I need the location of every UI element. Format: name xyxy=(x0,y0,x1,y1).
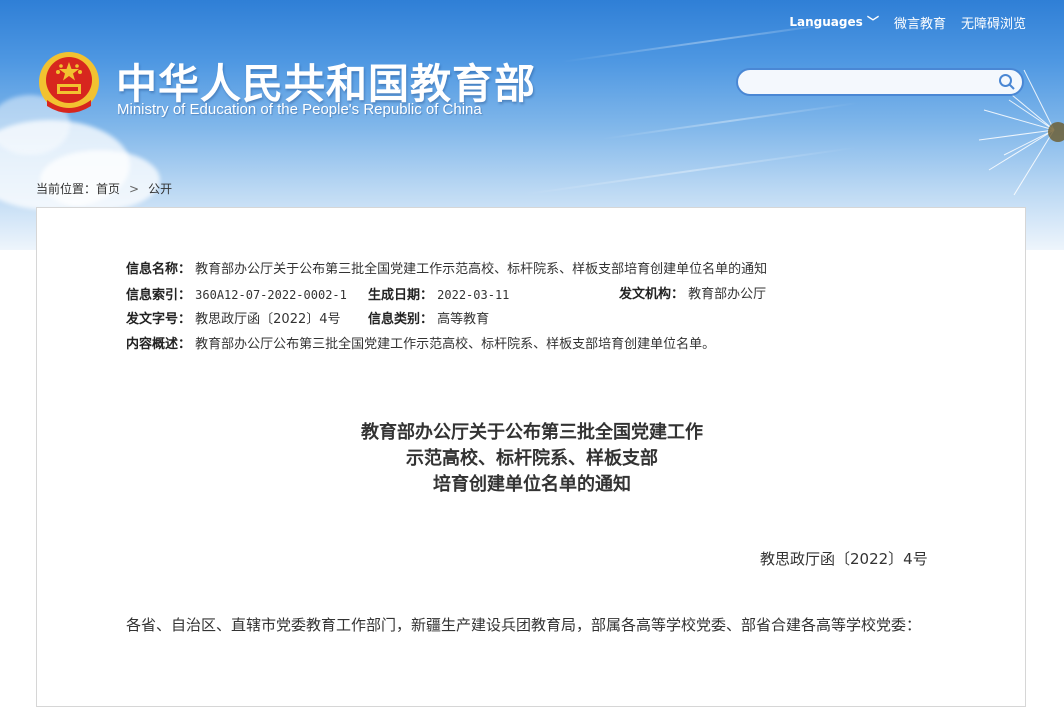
meta-date-value: 2022-03-11 xyxy=(437,288,510,302)
search-box xyxy=(736,68,1024,96)
weibo-link[interactable]: 微言教育 xyxy=(894,13,946,32)
meta-date-label: 生成日期： xyxy=(368,288,434,303)
meta-row-summary: 内容概述： 教育部办公厅公布第三批全国党建工作示范高校、标杆院系、样板支部培育创… xyxy=(126,337,715,353)
meta-name-label: 信息名称： xyxy=(126,262,192,277)
document-title-line: 培育创建单位名单的通知 xyxy=(433,474,631,495)
meta-issuer-value: 教育部办公厅 xyxy=(688,287,767,302)
breadcrumb: 当前位置：首页 > 公开 xyxy=(36,180,172,197)
breadcrumb-current-link[interactable]: 公开 xyxy=(148,182,172,196)
meta-issuer-label: 发文机构： xyxy=(619,287,685,302)
meta-row-category: 信息类别： 高等教育 xyxy=(368,312,489,328)
document-title-line: 教育部办公厅关于公布第三批全国党建工作 xyxy=(361,422,703,443)
chevron-down-icon: ﹀ xyxy=(866,15,879,29)
document-number: 教思政厅函〔2022〕4号 xyxy=(760,550,928,568)
meta-summary-value: 教育部办公厅公布第三批全国党建工作示范高校、标杆院系、样板支部培育创建单位名单。 xyxy=(195,337,716,352)
breadcrumb-prefix: 当前位置： xyxy=(36,182,97,196)
languages-link[interactable]: Languages ﹀ xyxy=(789,13,879,32)
national-emblem-icon xyxy=(39,52,99,113)
meta-docno-value: 教思政厅函〔2022〕4号 xyxy=(195,312,341,327)
light-streak xyxy=(521,146,859,196)
meta-index-label: 信息索引： xyxy=(126,288,192,303)
languages-label: Languages xyxy=(789,15,863,29)
meta-docno-label: 发文字号： xyxy=(126,312,192,327)
document-title: 教育部办公厅关于公布第三批全国党建工作 示范高校、标杆院系、样板支部 培育创建单… xyxy=(0,420,1064,498)
meta-row-issuer: 发文机构： 教育部办公厅 xyxy=(619,287,766,303)
meta-row-docno: 发文字号： 教思政厅函〔2022〕4号 xyxy=(126,312,341,328)
site-subtitle: Ministry of Education of the People's Re… xyxy=(117,101,482,118)
meta-name-value: 教育部办公厅关于公布第三批全国党建工作示范高校、标杆院系、样板支部培育创建单位名… xyxy=(195,262,768,277)
accessibility-link[interactable]: 无障碍浏览 xyxy=(961,13,1026,32)
top-links: Languages ﹀ 微言教育 无障碍浏览 xyxy=(789,13,1026,32)
search-input[interactable] xyxy=(750,74,994,94)
meta-row-date: 生成日期： 2022-03-11 xyxy=(368,287,509,304)
breadcrumb-home-link[interactable]: 首页 xyxy=(96,182,120,196)
meta-index-value: 360A12-07-2022-0002-1 xyxy=(195,288,347,302)
light-streak xyxy=(601,101,859,141)
document-addressee: 各省、自治区、直辖市党委教育工作部门，新疆生产建设兵团教育局，部属各高等学校党委… xyxy=(126,616,922,634)
chevron-right-icon: > xyxy=(129,182,140,196)
meta-row-name: 信息名称： 教育部办公厅关于公布第三批全国党建工作示范高校、标杆院系、样板支部培… xyxy=(126,262,767,278)
meta-category-label: 信息类别： xyxy=(368,312,434,327)
meta-summary-label: 内容概述： xyxy=(126,337,192,352)
document-title-line: 示范高校、标杆院系、样板支部 xyxy=(406,448,658,469)
search-icon[interactable] xyxy=(998,73,1016,91)
meta-row-index: 信息索引： 360A12-07-2022-0002-1 xyxy=(126,287,347,304)
meta-category-value: 高等教育 xyxy=(437,312,490,327)
